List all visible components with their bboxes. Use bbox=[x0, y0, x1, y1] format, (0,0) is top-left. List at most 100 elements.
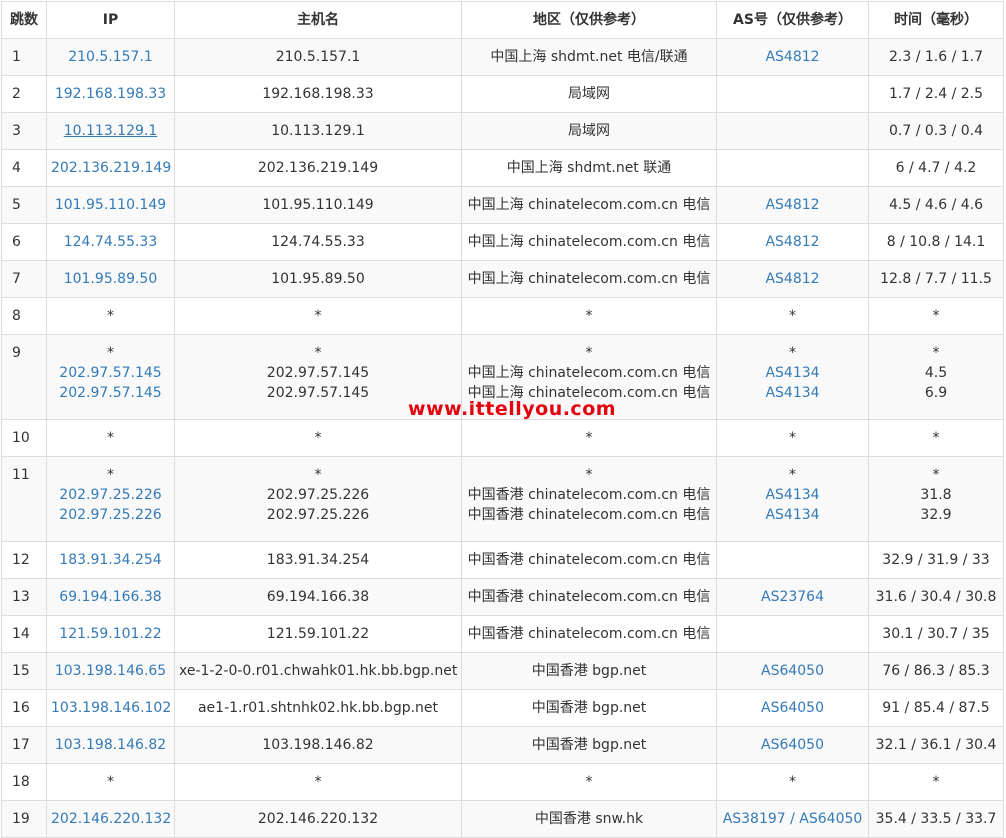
as-link[interactable]: AS4134 bbox=[721, 363, 864, 383]
region-text: 中国香港 chinatelecom.com.cn 电信 bbox=[467, 552, 711, 568]
ip-link[interactable]: 202.146.220.132 bbox=[51, 809, 171, 829]
ip-link[interactable]: 121.59.101.22 bbox=[51, 624, 170, 644]
table-row: 11 * 202.97.25.226 202.97.25.226 * 202.97.25.… bbox=[1, 456, 1004, 542]
as-cell: * AS4134 AS4134 bbox=[716, 334, 869, 420]
as-link[interactable]: AS4812 bbox=[721, 47, 864, 67]
ip-link[interactable]: 202.97.25.226 bbox=[51, 505, 170, 525]
time-cell: * bbox=[868, 763, 1004, 801]
ip-link[interactable]: 183.91.34.254 bbox=[51, 550, 170, 570]
time-cell: * bbox=[868, 297, 1004, 335]
table-row: 6 124.74.55.33 124.74.55.33 中国上海 chinatelec… bbox=[1, 223, 1004, 261]
region-text: 中国香港 chinatelecom.com.cn 电信 bbox=[467, 507, 711, 523]
time-text: 2.3 / 1.6 / 1.7 bbox=[888, 49, 984, 65]
ip-link[interactable]: 124.74.55.33 bbox=[51, 232, 170, 252]
table-body: 1 210.5.157.1 210.5.157.1 中国上海 shdmt.net 电信… bbox=[1, 38, 1004, 838]
as-text: * bbox=[789, 308, 796, 324]
region-text: 中国香港 chinatelecom.com.cn 电信 bbox=[467, 487, 711, 503]
region-cell: 中国香港 chinatelecom.com.cn 电信 bbox=[461, 615, 717, 653]
time-cell: * bbox=[868, 419, 1004, 457]
time-cell: 12.8 / 7.7 / 11.5 bbox=[868, 260, 1004, 298]
as-text: * bbox=[789, 430, 796, 446]
host-cell: * 202.97.25.226 202.97.25.226 bbox=[174, 456, 462, 542]
ip-link[interactable]: 101.95.110.149 bbox=[51, 195, 170, 215]
as-link[interactable]: AS64050 bbox=[721, 735, 864, 755]
region-cell: * bbox=[461, 763, 717, 801]
host-cell: * bbox=[174, 419, 462, 457]
time-text: 35.4 / 33.5 / 33.7 bbox=[875, 811, 997, 827]
region-text: 中国上海 shdmt.net 电信/联通 bbox=[490, 49, 688, 65]
host-text: xe-1-2-0-0.r01.chwahk01.hk.bb.bgp.net bbox=[179, 663, 458, 679]
region-text: 中国香港 chinatelecom.com.cn 电信 bbox=[467, 626, 711, 642]
as-link[interactable]: AS4134 bbox=[721, 383, 864, 403]
hop-number: 2 bbox=[1, 75, 47, 113]
ip-cell: 101.95.89.50 bbox=[46, 260, 175, 298]
ip-cell: 101.95.110.149 bbox=[46, 186, 175, 224]
table-row: 1 210.5.157.1 210.5.157.1 中国上海 shdmt.net 电信… bbox=[1, 38, 1004, 76]
header-hop: 跳数 bbox=[1, 1, 47, 39]
table-row: 16 103.198.146.102 ae1-1.r01.shtnhk02.hk.b… bbox=[1, 689, 1004, 727]
region-cell: 局域网 bbox=[461, 75, 717, 113]
time-cell: 91 / 85.4 / 87.5 bbox=[868, 689, 1004, 727]
as-link[interactable]: AS38197 / AS64050 bbox=[721, 809, 864, 829]
host-text: 10.113.129.1 bbox=[271, 123, 365, 139]
region-cell: 中国香港 bgp.net bbox=[461, 726, 717, 764]
as-link[interactable]: AS4812 bbox=[721, 232, 864, 252]
ip-link[interactable]: 202.136.219.149 bbox=[51, 158, 171, 178]
region-cell: * bbox=[461, 419, 717, 457]
ip-cell: 202.146.220.132 bbox=[46, 800, 175, 838]
ip-link[interactable]: 210.5.157.1 bbox=[51, 47, 170, 67]
time-cell: 76 / 86.3 / 85.3 bbox=[868, 652, 1004, 690]
as-text bbox=[721, 84, 864, 104]
as-link[interactable]: AS4812 bbox=[721, 269, 864, 289]
as-link[interactable]: AS4134 bbox=[721, 485, 864, 505]
time-cell: * 31.8 32.9 bbox=[868, 456, 1004, 542]
as-cell bbox=[716, 615, 869, 653]
ip-link[interactable]: 202.97.25.226 bbox=[51, 485, 170, 505]
as-text: * bbox=[789, 774, 796, 790]
hop-number: 12 bbox=[1, 541, 47, 579]
as-link[interactable]: AS64050 bbox=[721, 661, 864, 681]
hop-number: 7 bbox=[1, 260, 47, 298]
as-cell: AS4812 bbox=[716, 260, 869, 298]
region-text: 中国香港 bgp.net bbox=[531, 737, 647, 753]
header-ip: IP bbox=[46, 1, 175, 39]
as-link[interactable]: AS4134 bbox=[721, 505, 864, 525]
region-cell: 中国上海 shdmt.net 电信/联通 bbox=[461, 38, 717, 76]
ip-link[interactable]: 101.95.89.50 bbox=[51, 269, 170, 289]
region-text: * bbox=[585, 467, 593, 483]
host-cell: ae1-1.r01.shtnhk02.hk.bb.bgp.net bbox=[174, 689, 462, 727]
time-text: 76 / 86.3 / 85.3 bbox=[882, 663, 990, 679]
host-text: * bbox=[314, 467, 322, 483]
host-cell: 202.146.220.132 bbox=[174, 800, 462, 838]
host-cell: 101.95.110.149 bbox=[174, 186, 462, 224]
ip-link[interactable]: 202.97.57.145 bbox=[51, 363, 170, 383]
as-link[interactable]: AS23764 bbox=[721, 587, 864, 607]
region-text: 中国香港 bgp.net bbox=[531, 663, 647, 679]
region-cell: * 中国香港 chinatelecom.com.cn 电信 中国香港 chinate… bbox=[461, 456, 717, 542]
ip-link[interactable]: 192.168.198.33 bbox=[51, 84, 170, 104]
time-text: 31.6 / 30.4 / 30.8 bbox=[875, 589, 997, 605]
ip-link[interactable]: 103.198.146.102 bbox=[51, 698, 171, 718]
host-cell: 69.194.166.38 bbox=[174, 578, 462, 616]
ip-link[interactable]: 202.97.57.145 bbox=[51, 383, 170, 403]
ip-link[interactable]: 10.113.129.1 bbox=[51, 121, 170, 141]
hop-number: 3 bbox=[1, 112, 47, 150]
as-link[interactable]: AS4812 bbox=[721, 195, 864, 215]
host-text: 202.97.25.226 bbox=[266, 487, 370, 503]
region-text: 局域网 bbox=[568, 86, 610, 102]
as-cell: AS4812 bbox=[716, 223, 869, 261]
ip-link[interactable]: 103.198.146.82 bbox=[51, 735, 170, 755]
time-text: * bbox=[932, 467, 940, 483]
ip-link[interactable]: 103.198.146.65 bbox=[51, 661, 170, 681]
ip-link[interactable]: 69.194.166.38 bbox=[51, 587, 170, 607]
region-text: * bbox=[585, 345, 593, 361]
as-cell: AS64050 bbox=[716, 726, 869, 764]
region-text: 中国香港 chinatelecom.com.cn 电信 bbox=[467, 589, 711, 605]
as-link[interactable]: AS64050 bbox=[721, 698, 864, 718]
time-text: 32.9 / 31.9 / 33 bbox=[882, 552, 990, 568]
region-cell: 中国香港 snw.hk bbox=[461, 800, 717, 838]
ip-cell: 183.91.34.254 bbox=[46, 541, 175, 579]
as-cell: AS4812 bbox=[716, 38, 869, 76]
time-text: 32.9 bbox=[920, 507, 952, 523]
region-cell: * bbox=[461, 297, 717, 335]
